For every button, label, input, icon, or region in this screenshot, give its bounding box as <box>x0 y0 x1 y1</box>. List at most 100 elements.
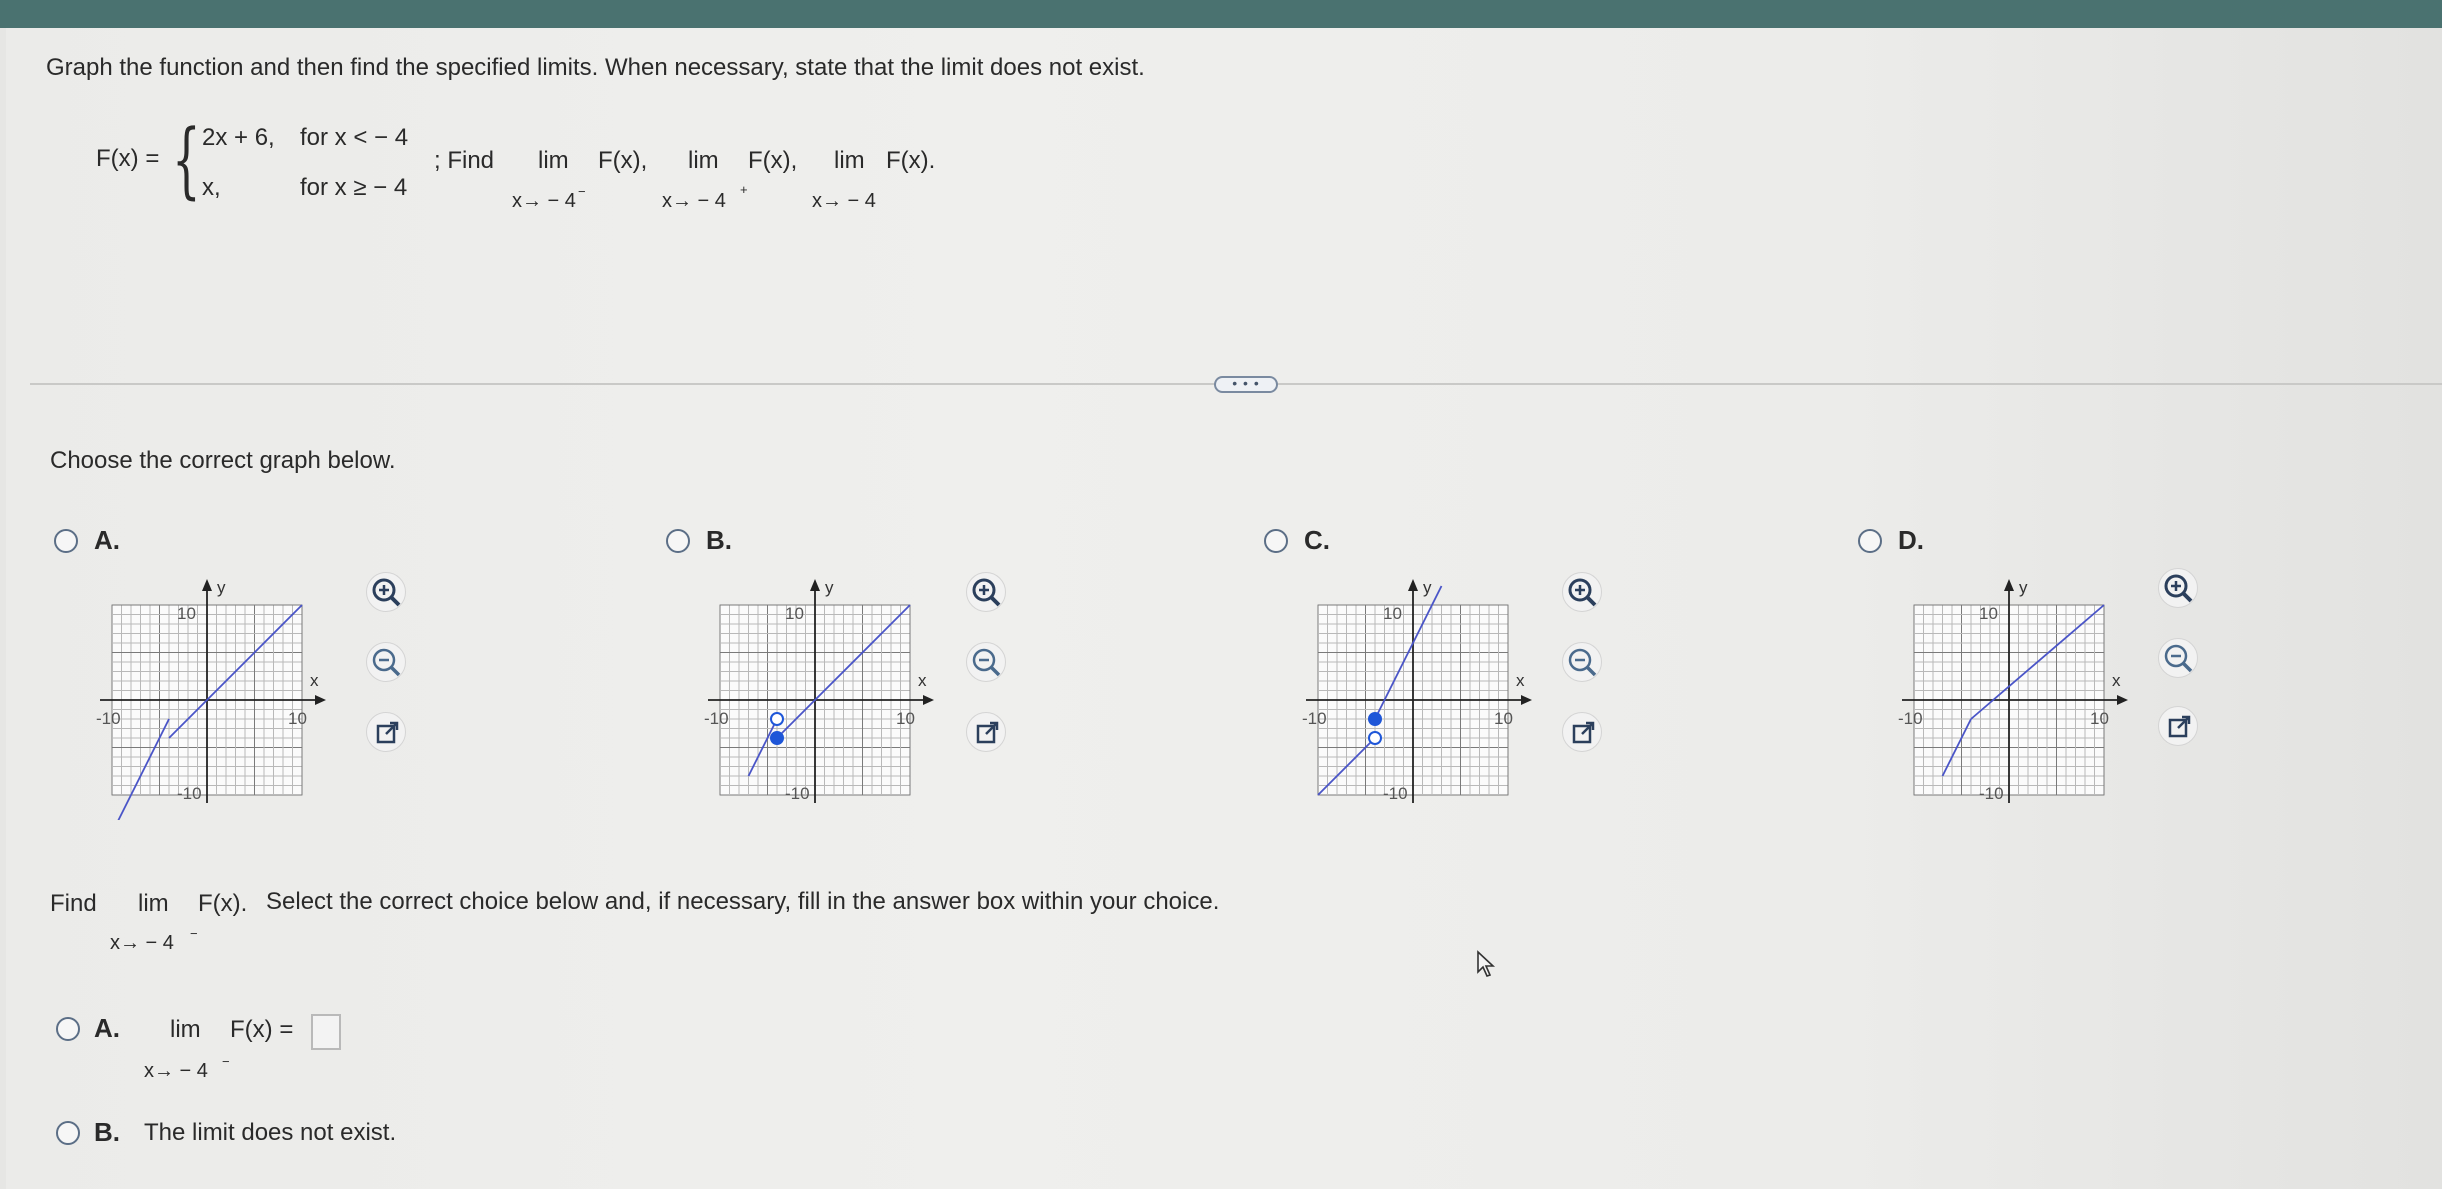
x-axis-label: x <box>310 671 319 690</box>
piece1-expr: 2x + 6, <box>202 124 275 151</box>
y-min-label: -10 <box>1383 784 1408 803</box>
graph-choice-b-radio[interactable] <box>666 529 690 553</box>
x-min-label: -10 <box>96 709 121 728</box>
graph-d: yx10-10-10 10 <box>1898 578 2128 803</box>
zoom-in-button-a[interactable] <box>366 572 406 612</box>
answer-b-radio[interactable] <box>56 1121 80 1145</box>
x-axis-label: x <box>2112 671 2121 690</box>
zoom-in-icon <box>372 578 401 607</box>
answer-a-expr: F(x) = <box>230 1016 294 1043</box>
graph-choice-a-letter: A. <box>94 525 120 555</box>
graph-choice-d-letter: D. <box>1898 525 1924 555</box>
graph-b: yx10-10-10 10 <box>704 578 934 803</box>
y-max-label: 10 <box>1383 604 1402 623</box>
popout-icon <box>1572 721 1595 744</box>
y-max-label: 10 <box>1979 604 1998 623</box>
popout-button-b[interactable] <box>966 712 1006 752</box>
zoom-out-button-c[interactable] <box>1562 642 1602 682</box>
x-axis-arrow <box>1521 695 1532 705</box>
answer-a-radio[interactable] <box>56 1017 80 1041</box>
answer-b-letter: B. <box>94 1117 120 1147</box>
y-max-label: 10 <box>785 604 804 623</box>
x-axis-label: x <box>918 671 927 690</box>
zoom-out-button-b[interactable] <box>966 642 1006 682</box>
subq-sub: x→ − 4 <box>110 932 174 954</box>
graph-a: yx10-10-10 10 <box>96 578 326 820</box>
popout-icon <box>376 721 399 744</box>
popout-button-a[interactable] <box>366 712 406 752</box>
x-max-label: 10 <box>288 709 307 728</box>
y-min-label: -10 <box>785 784 810 803</box>
zoom-out-button-d[interactable] <box>2158 638 2198 678</box>
zoom-out-icon <box>372 648 401 677</box>
piece2-cond: for x ≥ − 4 <box>300 174 408 201</box>
popout-icon <box>976 721 999 744</box>
piece2-expr: x, <box>202 174 221 201</box>
y-axis-arrow <box>1408 579 1418 591</box>
zoom-in-icon <box>1568 578 1597 607</box>
zoom-out-icon <box>2164 644 2193 673</box>
zoom-out-icon <box>1568 648 1597 677</box>
x-axis-arrow <box>2117 695 2128 705</box>
limit1-sub: x→ − 4 <box>512 190 576 212</box>
y-min-label: -10 <box>177 784 202 803</box>
zoom-out-button-a[interactable] <box>366 642 406 682</box>
x-axis-arrow <box>315 695 326 705</box>
y-axis-label: y <box>2019 578 2028 597</box>
answer-a-sub: x→ − 4 <box>144 1060 208 1082</box>
answer-a-sup: − <box>222 1054 230 1069</box>
limit1-lim: lim <box>538 147 569 174</box>
subq-find: Find <box>50 890 97 917</box>
graph-choice-a-radio[interactable] <box>54 529 78 553</box>
top-bar <box>0 0 2442 28</box>
open-dot <box>770 712 784 726</box>
y-min-label: -10 <box>1979 784 2004 803</box>
x-min-label: -10 <box>1302 709 1327 728</box>
popout-button-c[interactable] <box>1562 712 1602 752</box>
y-axis-label: y <box>217 578 226 597</box>
y-axis-arrow <box>202 579 212 591</box>
x-max-label: 10 <box>2090 709 2109 728</box>
x-max-label: 10 <box>896 709 915 728</box>
x-min-label: -10 <box>704 709 729 728</box>
zoom-out-icon <box>972 648 1001 677</box>
graph-choice-b-letter: B. <box>706 525 732 555</box>
answer-b-text: The limit does not exist. <box>144 1119 397 1146</box>
zoom-in-icon <box>2164 574 2193 603</box>
x-min-label: -10 <box>1898 709 1923 728</box>
y-axis-arrow <box>810 579 820 591</box>
limit2-sub: x→ − 4 <box>662 190 726 212</box>
limit-answer-input[interactable] <box>311 1014 341 1050</box>
closed-dot <box>770 731 784 745</box>
find-label: ; Find <box>434 147 495 174</box>
answer-a-lim: lim <box>170 1016 201 1043</box>
zoom-in-button-b[interactable] <box>966 572 1006 612</box>
brace-symbol: { <box>172 113 201 208</box>
instruction-text: Graph the function and then find the spe… <box>46 54 1145 81</box>
graph-choice-c-radio[interactable] <box>1264 529 1288 553</box>
graph-choice-c-letter: C. <box>1304 525 1330 555</box>
x-axis-label: x <box>1516 671 1525 690</box>
graph-choice-d-radio[interactable] <box>1858 529 1882 553</box>
y-max-label: 10 <box>177 604 196 623</box>
more-button[interactable]: • • • <box>1214 376 1278 393</box>
answer-a-letter: A. <box>94 1013 120 1043</box>
x-max-label: 10 <box>1494 709 1513 728</box>
cursor-icon <box>1477 950 1496 977</box>
closed-dot <box>1368 712 1382 726</box>
popout-button-d[interactable] <box>2158 706 2198 746</box>
zoom-in-button-c[interactable] <box>1562 572 1602 612</box>
limit2-expr: F(x), <box>748 147 798 174</box>
limit2-lim: lim <box>688 147 719 174</box>
limit3-lim: lim <box>834 147 865 174</box>
limit3-sub: x→ − 4 <box>812 190 876 212</box>
open-dot <box>1368 731 1382 745</box>
y-axis-arrow <box>2004 579 2014 591</box>
y-axis-label: y <box>1423 578 1432 597</box>
graph-prompt: Choose the correct graph below. <box>50 447 396 474</box>
popout-icon <box>2168 715 2191 738</box>
graph-c: yx10-10-10 10 <box>1302 578 1532 803</box>
x-axis-arrow <box>923 695 934 705</box>
zoom-in-icon <box>972 578 1001 607</box>
zoom-in-button-d[interactable] <box>2158 568 2198 608</box>
